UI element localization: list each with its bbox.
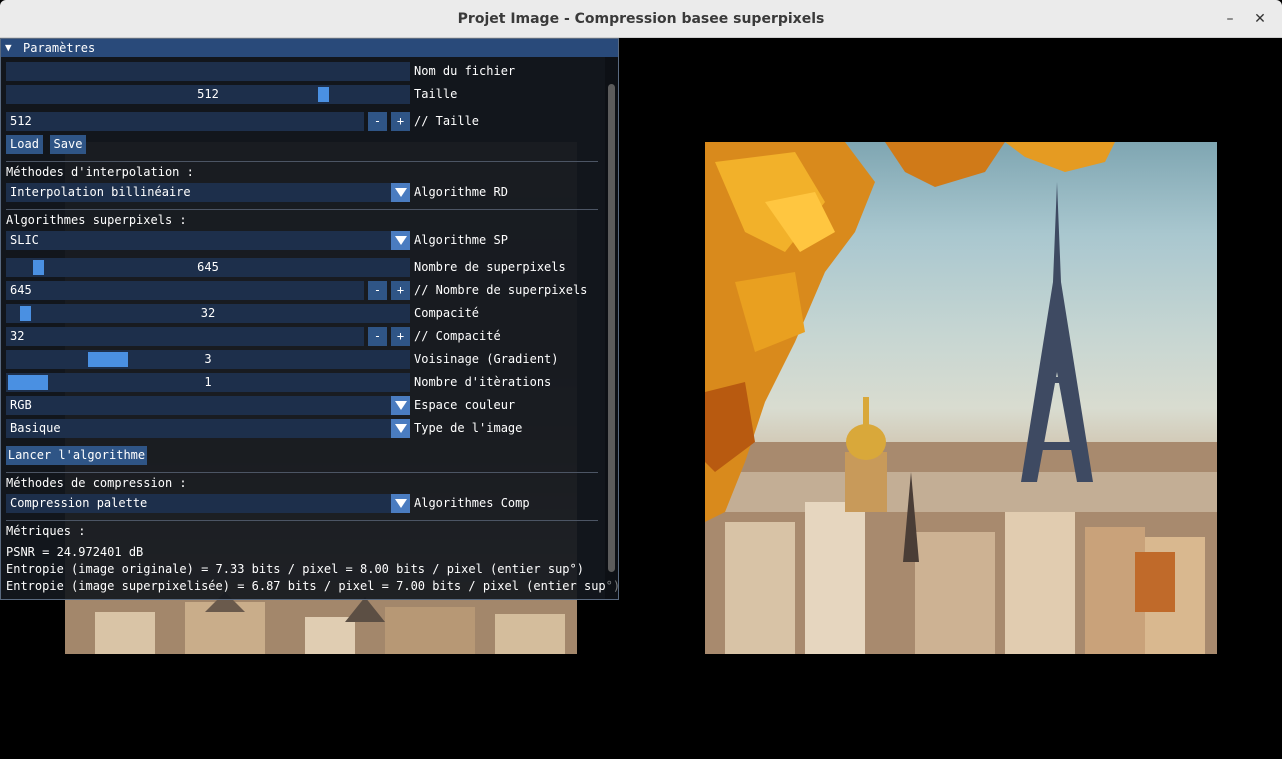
comp-section-title: Méthodes de compression : xyxy=(6,476,187,490)
metrics-section-title: Métriques : xyxy=(6,524,86,538)
compacite-minus-button[interactable]: - xyxy=(368,327,387,346)
taille-slider-label: Taille xyxy=(414,87,458,101)
compacite-slider[interactable]: 32 xyxy=(6,304,410,323)
taille-input-label: // Taille xyxy=(414,114,480,128)
compression-combo[interactable]: Compression palette xyxy=(6,494,410,513)
voisinage-slider-label: Voisinage (Gradient) xyxy=(414,352,559,366)
image-type-label: Type de l'image xyxy=(414,421,523,435)
compression-combo-label: Algorithmes Comp xyxy=(414,496,530,510)
voisinage-slider[interactable]: 3 xyxy=(6,350,410,369)
taille-plus-button[interactable]: + xyxy=(391,112,410,131)
superpixel-image-art xyxy=(705,142,1217,654)
nb-superpixels-slider[interactable]: 645 xyxy=(6,258,410,277)
parameters-panel: ▼ Paramètres Nom du fichier 512 Taille 5… xyxy=(0,38,619,600)
nb-superpixels-plus-button[interactable]: + xyxy=(391,281,410,300)
sp-section-title: Algorithmes superpixels : xyxy=(6,213,187,227)
viewport: ▼ Paramètres Nom du fichier 512 Taille 5… xyxy=(0,38,1282,759)
iterations-slider-label: Nombre d'itèrations xyxy=(414,375,552,389)
metric-psnr: PSNR = 24.972401 dB xyxy=(6,545,144,559)
filename-label: Nom du fichier xyxy=(414,64,516,78)
collapse-triangle-icon[interactable]: ▼ xyxy=(5,39,12,57)
run-algorithm-button[interactable]: Lancer l'algorithme xyxy=(6,446,147,465)
separator xyxy=(6,520,598,521)
sp-combo[interactable]: SLIC xyxy=(6,231,410,250)
color-space-label: Espace couleur xyxy=(414,398,516,412)
load-button[interactable]: Load xyxy=(6,135,43,154)
chevron-down-icon[interactable] xyxy=(391,494,410,513)
compacite-input[interactable]: 32 xyxy=(6,327,364,346)
panel-title: Paramètres xyxy=(23,41,96,55)
interp-combo-label: Algorithme RD xyxy=(414,185,508,199)
minimize-button[interactable]: – xyxy=(1220,9,1240,29)
metric-entropy-superpixel: Entropie (image superpixelisée) = 6.87 b… xyxy=(6,579,619,593)
window-title: Projet Image - Compression basee superpi… xyxy=(457,11,825,27)
title-bar[interactable]: Projet Image - Compression basee superpi… xyxy=(0,0,1282,38)
iterations-slider[interactable]: 1 xyxy=(6,373,410,392)
panel-header[interactable]: ▼ Paramètres xyxy=(1,39,618,57)
nb-superpixels-slider-label: Nombre de superpixels xyxy=(414,260,566,274)
chevron-down-icon[interactable] xyxy=(391,183,410,202)
filename-input[interactable] xyxy=(6,62,410,81)
nb-superpixels-input[interactable]: 645 xyxy=(6,281,364,300)
image-type-combo[interactable]: Basique xyxy=(6,419,410,438)
compacite-slider-label: Compacité xyxy=(414,306,480,320)
panel-scrollbar[interactable] xyxy=(605,57,618,599)
compacite-plus-button[interactable]: + xyxy=(391,327,410,346)
compacite-input-label: // Compacité xyxy=(414,329,501,343)
chevron-down-icon[interactable] xyxy=(391,396,410,415)
nb-superpixels-minus-button[interactable]: - xyxy=(368,281,387,300)
superpixel-image xyxy=(705,142,1217,654)
separator xyxy=(6,161,598,162)
separator xyxy=(6,209,598,210)
interp-combo[interactable]: Interpolation billinéaire xyxy=(6,183,410,202)
nb-superpixels-input-label: // Nombre de superpixels xyxy=(414,283,588,297)
separator xyxy=(6,472,598,473)
scrollbar-thumb[interactable] xyxy=(608,84,615,572)
taille-slider[interactable]: 512 xyxy=(6,85,410,104)
color-space-combo[interactable]: RGB xyxy=(6,396,410,415)
chevron-down-icon[interactable] xyxy=(391,231,410,250)
chevron-down-icon[interactable] xyxy=(391,419,410,438)
sp-combo-label: Algorithme SP xyxy=(414,233,508,247)
interp-section-title: Méthodes d'interpolation : xyxy=(6,165,194,179)
taille-input[interactable]: 512 xyxy=(6,112,364,131)
app-window: Projet Image - Compression basee superpi… xyxy=(0,0,1282,759)
save-button[interactable]: Save xyxy=(50,135,86,154)
metric-entropy-original: Entropie (image originale) = 7.33 bits /… xyxy=(6,562,584,576)
close-button[interactable]: ✕ xyxy=(1250,9,1270,29)
taille-minus-button[interactable]: - xyxy=(368,112,387,131)
